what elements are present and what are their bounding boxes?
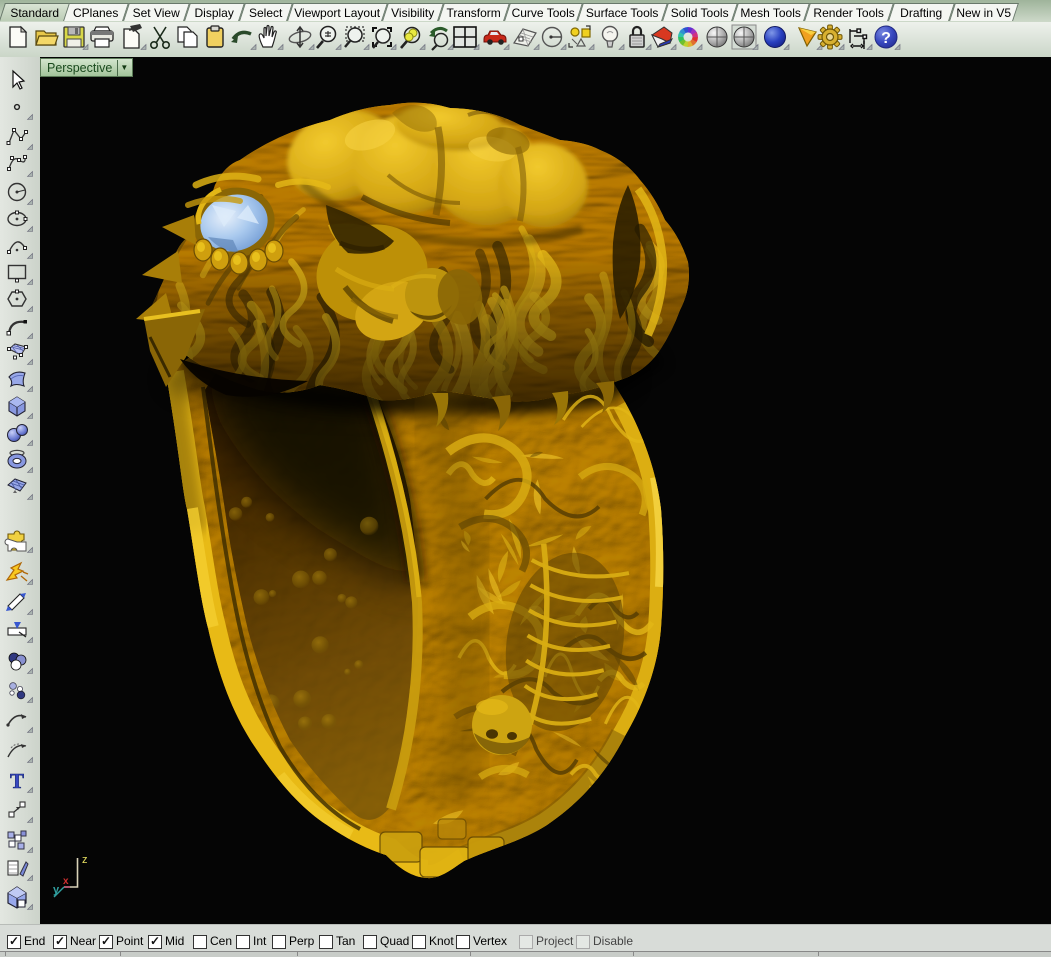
svg-text:?: ? — [881, 30, 891, 47]
svg-text:T: T — [10, 769, 24, 793]
svg-text:x: x — [63, 876, 69, 887]
svg-text:z: z — [82, 854, 88, 866]
